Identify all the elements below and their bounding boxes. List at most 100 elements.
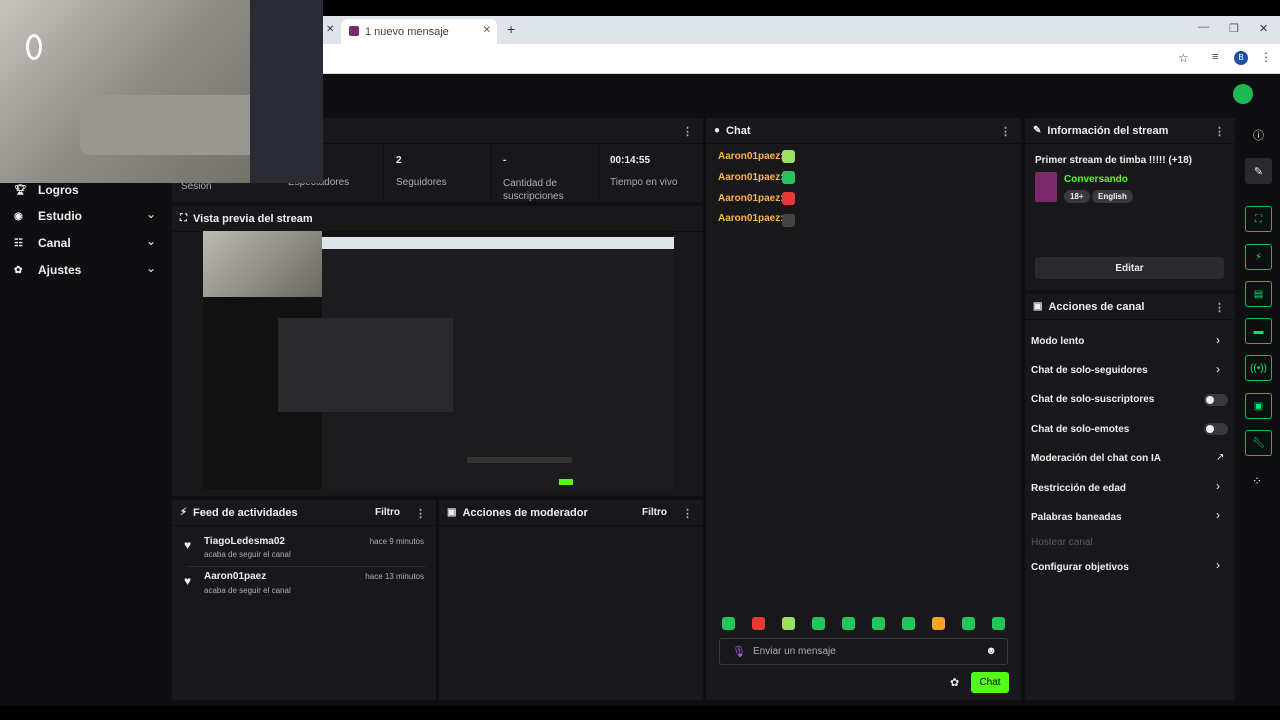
chat-toggle-button[interactable]: ▬	[1245, 318, 1272, 344]
chevron-right-icon[interactable]: ›	[1216, 558, 1220, 572]
bolt-icon: ⚡︎	[180, 507, 188, 518]
wrench-toggle-button[interactable]: 🔧︎	[1245, 430, 1272, 456]
info-icon[interactable]: ⓘ	[1253, 127, 1264, 143]
close-window-button[interactable]: ✕	[1259, 22, 1268, 35]
document-toggle-button[interactable]: ▤	[1245, 281, 1272, 307]
user-avatar[interactable]	[1233, 84, 1253, 104]
apps-icon[interactable]: ⁘	[1252, 474, 1262, 488]
chevron-down-icon[interactable]: ⌄	[146, 207, 156, 221]
maximize-button[interactable]: ❐	[1229, 22, 1239, 35]
action-followers-only[interactable]: Chat de solo-seguidores	[1031, 365, 1148, 376]
chat-username[interactable]: Aaron01paez:	[718, 213, 784, 224]
new-tab-button[interactable]: +	[507, 21, 515, 37]
moderator-title: Acciones de moderador	[462, 506, 588, 519]
pencil-icon[interactable]: ✎	[1245, 158, 1272, 184]
activity-title: Feed de actividades	[193, 506, 298, 519]
preview-nested	[278, 318, 453, 412]
more-icon[interactable]: ⋮	[1000, 125, 1011, 138]
menu-icon[interactable]: ⋮	[1260, 50, 1272, 64]
info-title: Información del stream	[1047, 124, 1169, 137]
sidebar-item-logros[interactable]: 🏆︎ Logros	[14, 183, 79, 197]
action-configure-goals[interactable]: Configurar objetivos	[1031, 562, 1129, 573]
emotes-only-toggle[interactable]	[1204, 423, 1228, 435]
emote-icon	[782, 171, 795, 184]
emote-bar	[720, 617, 1010, 631]
bookmark-star-icon[interactable]: ☆	[1178, 51, 1189, 65]
action-host-channel: Hostear canal	[1031, 537, 1093, 548]
emote-icon[interactable]	[902, 617, 915, 630]
more-icon[interactable]: ⋮	[682, 125, 693, 138]
stream-title: Primer stream de timba !!!!! (+18)	[1035, 155, 1192, 166]
chat-panel: ● Chat ⋮	[706, 118, 1021, 700]
preview-toggle-button[interactable]: ⛶	[1245, 206, 1272, 232]
sidebar-item-canal[interactable]: ☷ Canal	[14, 236, 71, 250]
action-emotes-only: Chat de solo-emotes	[1031, 424, 1130, 435]
emote-icon[interactable]	[872, 617, 885, 630]
sidebar-item-estudio[interactable]: ◉ Estudio	[14, 209, 82, 223]
actions-toggle-button[interactable]: ▣	[1245, 393, 1272, 419]
chevron-right-icon[interactable]: ›	[1216, 508, 1220, 522]
emoji-icon[interactable]: ☻	[985, 645, 997, 657]
chevron-down-icon[interactable]: ⌄	[146, 261, 156, 275]
action-banned-words[interactable]: Palabras baneadas	[1031, 512, 1122, 523]
action-slow-mode[interactable]: Modo lento	[1031, 336, 1084, 347]
more-icon[interactable]: ⋮	[415, 507, 426, 520]
chat-input[interactable]: 🎙︎ Enviar un mensaje ☻	[719, 638, 1008, 665]
chevron-right-icon[interactable]: ›	[1216, 479, 1220, 493]
chevron-right-icon[interactable]: ›	[1216, 362, 1220, 376]
subscribers-only-toggle[interactable]	[1204, 394, 1228, 406]
chat-username[interactable]: Aaron01paez:	[718, 151, 784, 162]
tag-badge: 18+	[1064, 190, 1090, 203]
stream-preview	[203, 231, 674, 489]
action-subscribers-only: Chat de solo-suscriptores	[1031, 394, 1155, 405]
subs-label: Cantidad de suscripciones	[503, 178, 564, 202]
followers-label: Seguidores	[396, 177, 447, 188]
emote-icon[interactable]	[782, 617, 795, 630]
subs-value: -	[503, 155, 507, 166]
more-icon[interactable]: ⋮	[682, 507, 693, 520]
browser-tab[interactable]: 1 nuevo mensaje ✕	[341, 19, 497, 44]
chevron-right-icon[interactable]: ›	[1216, 333, 1220, 347]
profile-avatar[interactable]: B	[1234, 51, 1248, 65]
close-tab-icon[interactable]: ✕	[326, 24, 334, 35]
gear-icon: ✿	[14, 264, 23, 276]
chevron-down-icon[interactable]: ⌄	[146, 234, 156, 248]
minimize-button[interactable]: —	[1198, 21, 1209, 33]
action-ai-moderation[interactable]: Moderación del chat con IA	[1031, 453, 1161, 464]
channel-icon: ☷	[14, 237, 23, 249]
media-icon[interactable]: ≡	[1212, 51, 1218, 63]
emote-icon[interactable]	[722, 617, 735, 630]
studio-icon: ◉	[14, 210, 23, 222]
person	[250, 0, 323, 183]
stream-category[interactable]: Conversando	[1064, 174, 1128, 185]
chat-settings-icon[interactable]: ✿	[950, 676, 959, 689]
external-link-icon[interactable]: ↗	[1216, 452, 1224, 463]
chat-username[interactable]: Aaron01paez:	[718, 172, 784, 183]
emote-icon[interactable]	[932, 617, 945, 630]
more-icon[interactable]: ⋮	[1214, 301, 1225, 314]
sidebar-item-ajustes[interactable]: ✿ Ajustes	[14, 263, 81, 277]
emote-icon[interactable]	[812, 617, 825, 630]
edit-button[interactable]: Editar	[1035, 257, 1224, 279]
emote-icon[interactable]	[992, 617, 1005, 630]
emote-icon[interactable]	[842, 617, 855, 630]
actions-title: Acciones de canal	[1048, 300, 1145, 313]
emote-icon[interactable]	[752, 617, 765, 630]
category-thumbnail	[1035, 172, 1057, 202]
activity-filter-button[interactable]: Filtro	[375, 507, 400, 518]
activity-toggle-button[interactable]: ⚡︎	[1245, 244, 1272, 270]
pencil-icon: ✎	[1033, 125, 1042, 136]
address-bar[interactable]: ☆ ≡ B ⋮	[323, 44, 1280, 74]
action-age-restriction[interactable]: Restricción de edad	[1031, 483, 1126, 494]
ring-light	[26, 34, 42, 60]
chat-username[interactable]: Aaron01paez:	[718, 193, 784, 204]
chat-send-button[interactable]: Chat	[971, 672, 1009, 693]
microphone-icon[interactable]: 🎙︎	[732, 645, 746, 658]
moderator-panel: ▣ Acciones de moderador Filtro ⋮	[439, 500, 703, 700]
moderator-filter-button[interactable]: Filtro	[642, 507, 667, 518]
broadcast-toggle-button[interactable]: ((•))	[1245, 355, 1272, 381]
emote-icon[interactable]	[962, 617, 975, 630]
more-icon[interactable]: ⋮	[1214, 125, 1225, 138]
tab-close-icon[interactable]: ✕	[483, 25, 491, 36]
emote-icon	[782, 150, 795, 163]
